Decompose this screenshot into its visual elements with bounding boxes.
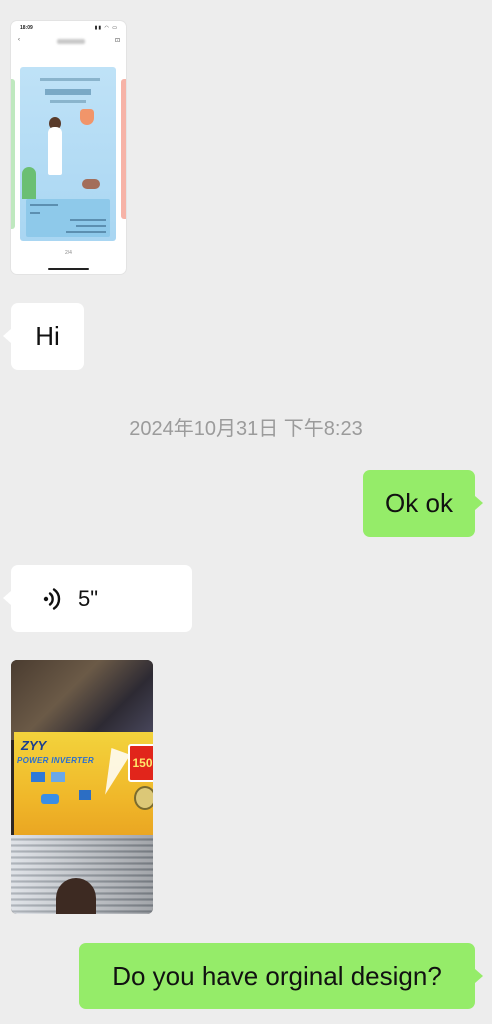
photo-device-icon [79, 790, 91, 800]
photo-device-icon [51, 772, 65, 782]
screenshot-status-time: 18:09 [20, 25, 33, 31]
message-text: Hi [35, 321, 60, 351]
screenshot-next-card [121, 79, 126, 219]
photo-subtitle-text: POWER INVERTER [17, 756, 94, 765]
screenshot-info-row [30, 212, 40, 214]
screenshot-info-row [70, 219, 106, 221]
screenshot-card-line [50, 100, 86, 103]
message-bubble-hi[interactable]: Hi [3, 303, 84, 370]
screenshot-info-row [30, 204, 58, 206]
screenshot-nav-bar: ‹ ⊡ [11, 35, 126, 49]
photo-hand [56, 878, 96, 914]
voice-duration: 5" [78, 585, 99, 611]
screenshot-illustration-plant [22, 167, 36, 199]
voice-wave-icon [43, 588, 61, 610]
photo-background [11, 660, 153, 740]
screenshot-status-bar: 18:09 ▮▮ ◠ ▭ [11, 21, 126, 33]
photo-badge: 150 [128, 744, 153, 782]
photo-seal [134, 786, 153, 810]
screenshot-card [20, 67, 116, 241]
screenshot-page-indicator: 2/4 [65, 250, 72, 256]
screenshot-back-icon: ‹ [18, 37, 20, 43]
message-bubble-design[interactable]: Do you have orginal design? [79, 943, 483, 1009]
screenshot-illustration-figure [48, 127, 62, 175]
screenshot-illustration-dog [82, 179, 100, 189]
message-text: Do you have orginal design? [112, 960, 442, 991]
screenshot-prev-card [11, 79, 15, 229]
photo-message[interactable]: ZYY POWER INVERTER 150 [11, 660, 153, 914]
car-icon [41, 794, 59, 804]
screenshot-card-line [40, 78, 100, 81]
screenshot-signal-icon: ▮▮ ◠ ▭ [94, 25, 118, 31]
screenshot-illustration-heart [80, 109, 94, 125]
message-bubble-ok[interactable]: Ok ok [363, 470, 483, 537]
screenshot-more-icon: ⊡ [114, 38, 120, 44]
screenshot-info-row [66, 231, 106, 233]
screenshot-home-indicator [48, 268, 89, 270]
screenshot-card-info [26, 199, 110, 237]
message-text: Ok ok [385, 488, 453, 518]
photo-brand-text: ZYY [21, 738, 47, 753]
message-timestamp: 2024年10月31日 下午8:23 [129, 418, 363, 440]
photo-device-icon [31, 772, 45, 782]
screenshot-card-amount [45, 89, 91, 95]
screenshot-image-message[interactable]: 18:09 ▮▮ ◠ ▭ ‹ ⊡ 2/4 [11, 21, 126, 274]
chat-area: 18:09 ▮▮ ◠ ▭ ‹ ⊡ 2/4 Hi 2024年10月31日 下午8:… [0, 0, 492, 1024]
screenshot-blurred-title [57, 39, 85, 44]
screenshot-info-row [76, 225, 106, 227]
voice-message-bubble[interactable]: 5" [3, 565, 192, 632]
